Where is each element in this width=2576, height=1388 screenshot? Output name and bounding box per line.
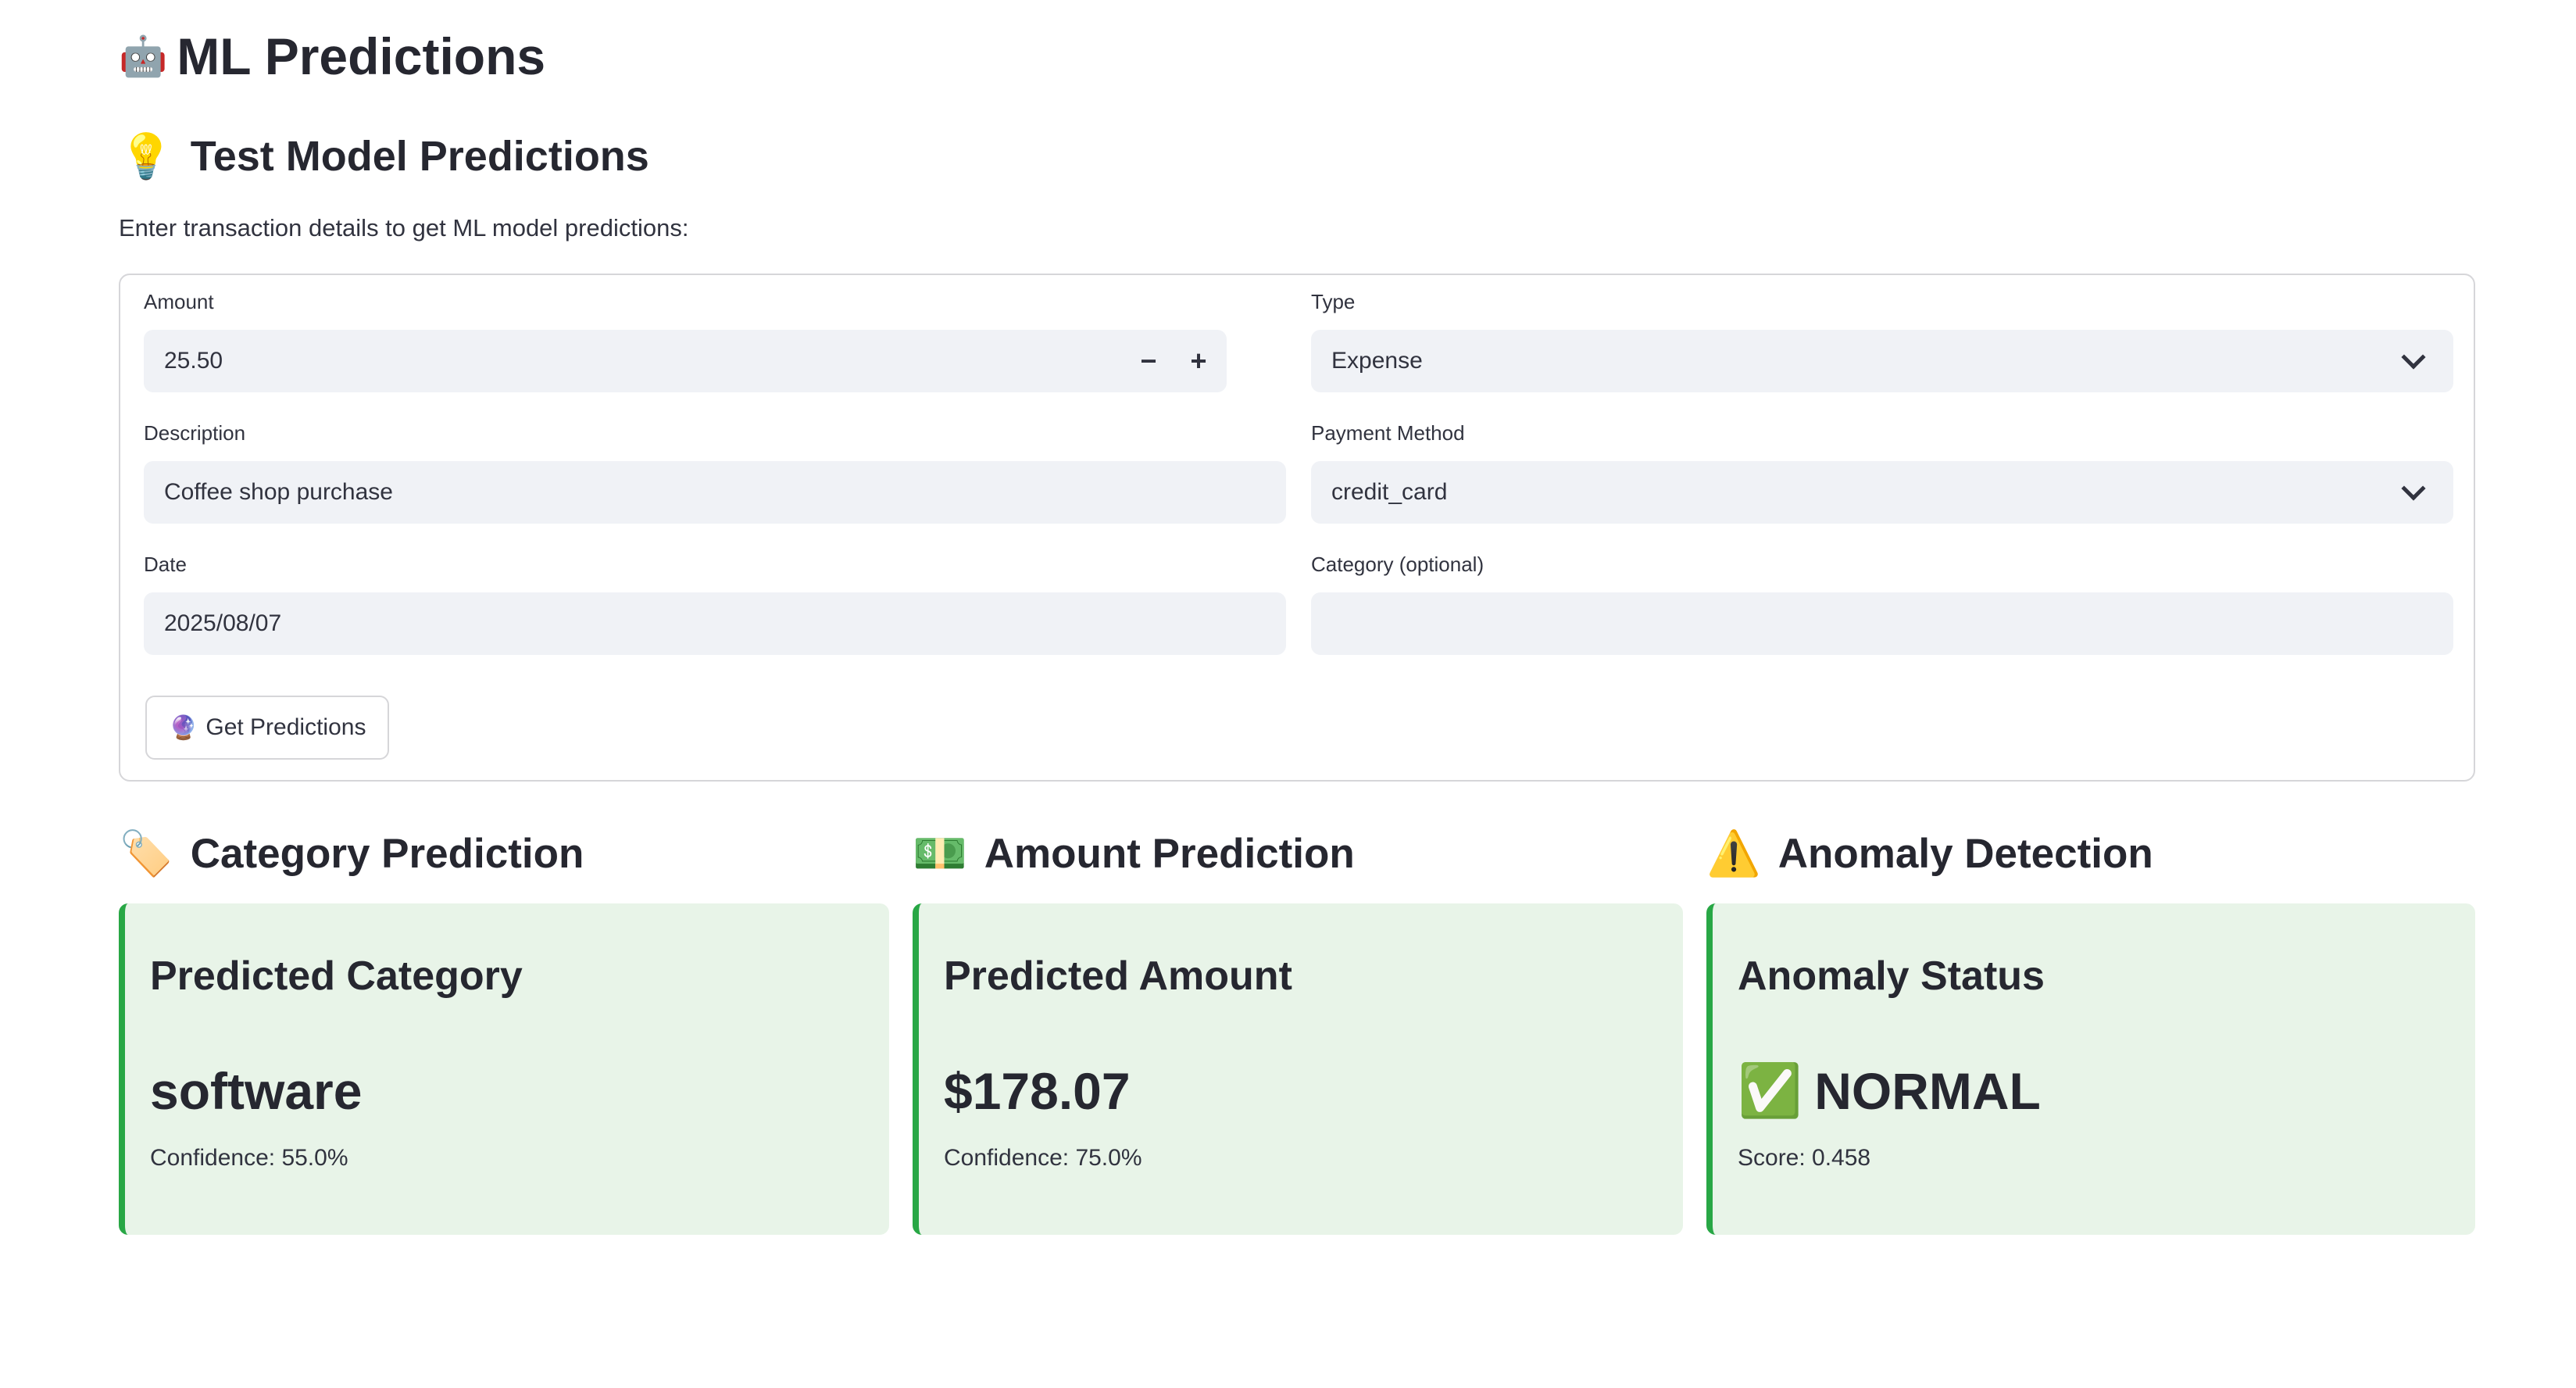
date-label: Date xyxy=(144,552,187,576)
category-prediction-heading-text: Category Prediction xyxy=(190,830,584,877)
date-input[interactable]: 2025/08/07 xyxy=(144,592,1286,655)
type-field: Type Expense xyxy=(1311,286,2453,395)
anomaly-detection-heading: ⚠️ Anomaly Detection xyxy=(1706,824,2153,883)
description-value: Coffee shop purchase xyxy=(164,479,393,505)
amount-stepper: − + xyxy=(1134,345,1213,377)
description-input[interactable]: Coffee shop purchase xyxy=(144,461,1286,524)
anomaly-status: ✅ NORMAL xyxy=(1738,1052,2041,1130)
amount-confidence: Confidence: 75.0% xyxy=(944,1145,1142,1171)
type-select[interactable]: Expense xyxy=(1311,330,2453,392)
light-bulb-icon: 💡 xyxy=(119,131,173,181)
ml-predictions-page: 🤖 ML Predictions 💡 Test Model Prediction… xyxy=(119,0,2475,1388)
label-tag-icon: 🏷️ xyxy=(119,828,173,878)
anomaly-detection-card: Anomaly Status ✅ NORMAL Score: 0.458 xyxy=(1706,903,2475,1235)
prediction-form: Amount 25.50 − + Type Expense Descriptio… xyxy=(119,274,2475,782)
test-section-heading-text: Test Model Predictions xyxy=(190,133,649,180)
payment-method-select[interactable]: credit_card xyxy=(1311,461,2453,524)
chevron-down-icon xyxy=(2401,476,2426,501)
category-label: Category (optional) xyxy=(1311,552,1485,576)
category-prediction-card: Predicted Category software Confidence: … xyxy=(119,903,889,1235)
type-label: Type xyxy=(1311,289,1356,313)
payment-method-label: Payment Method xyxy=(1311,420,1465,445)
anomaly-score: Score: 0.458 xyxy=(1738,1145,1871,1171)
test-section-intro: Enter transaction details to get ML mode… xyxy=(119,214,689,241)
test-section-heading: 💡 Test Model Predictions xyxy=(119,127,649,186)
crystal-ball-icon: 🔮 xyxy=(169,714,198,741)
amount-card-title: Predicted Amount xyxy=(944,953,1292,999)
get-predictions-label: Get Predictions xyxy=(205,714,366,740)
page-title-text: ML Predictions xyxy=(177,27,546,85)
decrement-button[interactable]: − xyxy=(1134,345,1163,377)
amount-prediction-heading: 💵 Amount Prediction xyxy=(913,824,1355,883)
dollar-banknote-icon: 💵 xyxy=(913,828,967,878)
description-field: Description Coffee shop purchase xyxy=(144,417,1286,527)
chevron-down-icon xyxy=(2401,345,2426,370)
predicted-amount-value: $178.07 xyxy=(944,1062,1131,1120)
amount-input[interactable]: 25.50 − + xyxy=(144,330,1227,392)
amount-prediction-card: Predicted Amount $178.07 Confidence: 75.… xyxy=(913,903,1683,1235)
type-value: Expense xyxy=(1331,348,1423,374)
category-confidence: Confidence: 55.0% xyxy=(150,1145,348,1171)
payment-method-field: Payment Method credit_card xyxy=(1311,417,2453,527)
predicted-category-value: software xyxy=(150,1062,363,1120)
category-card-title: Predicted Category xyxy=(150,953,523,999)
anomaly-card-title: Anomaly Status xyxy=(1738,953,2045,999)
amount-value: 25.50 xyxy=(164,348,223,374)
get-predictions-button[interactable]: 🔮 Get Predictions xyxy=(145,696,390,760)
category-field: Category (optional) xyxy=(1311,549,2453,658)
description-label: Description xyxy=(144,420,246,445)
date-value: 2025/08/07 xyxy=(164,610,282,636)
increment-button[interactable]: + xyxy=(1184,345,1213,377)
amount-label: Amount xyxy=(144,289,214,313)
amount-prediction-heading-text: Amount Prediction xyxy=(984,830,1355,877)
anomaly-status-value: NORMAL xyxy=(1814,1062,2041,1120)
robot-face-icon: 🤖 xyxy=(119,34,168,78)
warning-icon: ⚠️ xyxy=(1706,828,1761,878)
amount-field: Amount 25.50 − + xyxy=(144,286,1227,395)
check-mark-icon: ✅ xyxy=(1738,1061,1802,1119)
anomaly-detection-heading-text: Anomaly Detection xyxy=(1777,830,2153,877)
category-input[interactable] xyxy=(1311,592,2453,655)
category-prediction-heading: 🏷️ Category Prediction xyxy=(119,824,584,883)
page-title: 🤖 ML Predictions xyxy=(119,22,545,91)
payment-method-value: credit_card xyxy=(1331,479,1448,505)
date-field: Date 2025/08/07 xyxy=(144,549,1286,658)
